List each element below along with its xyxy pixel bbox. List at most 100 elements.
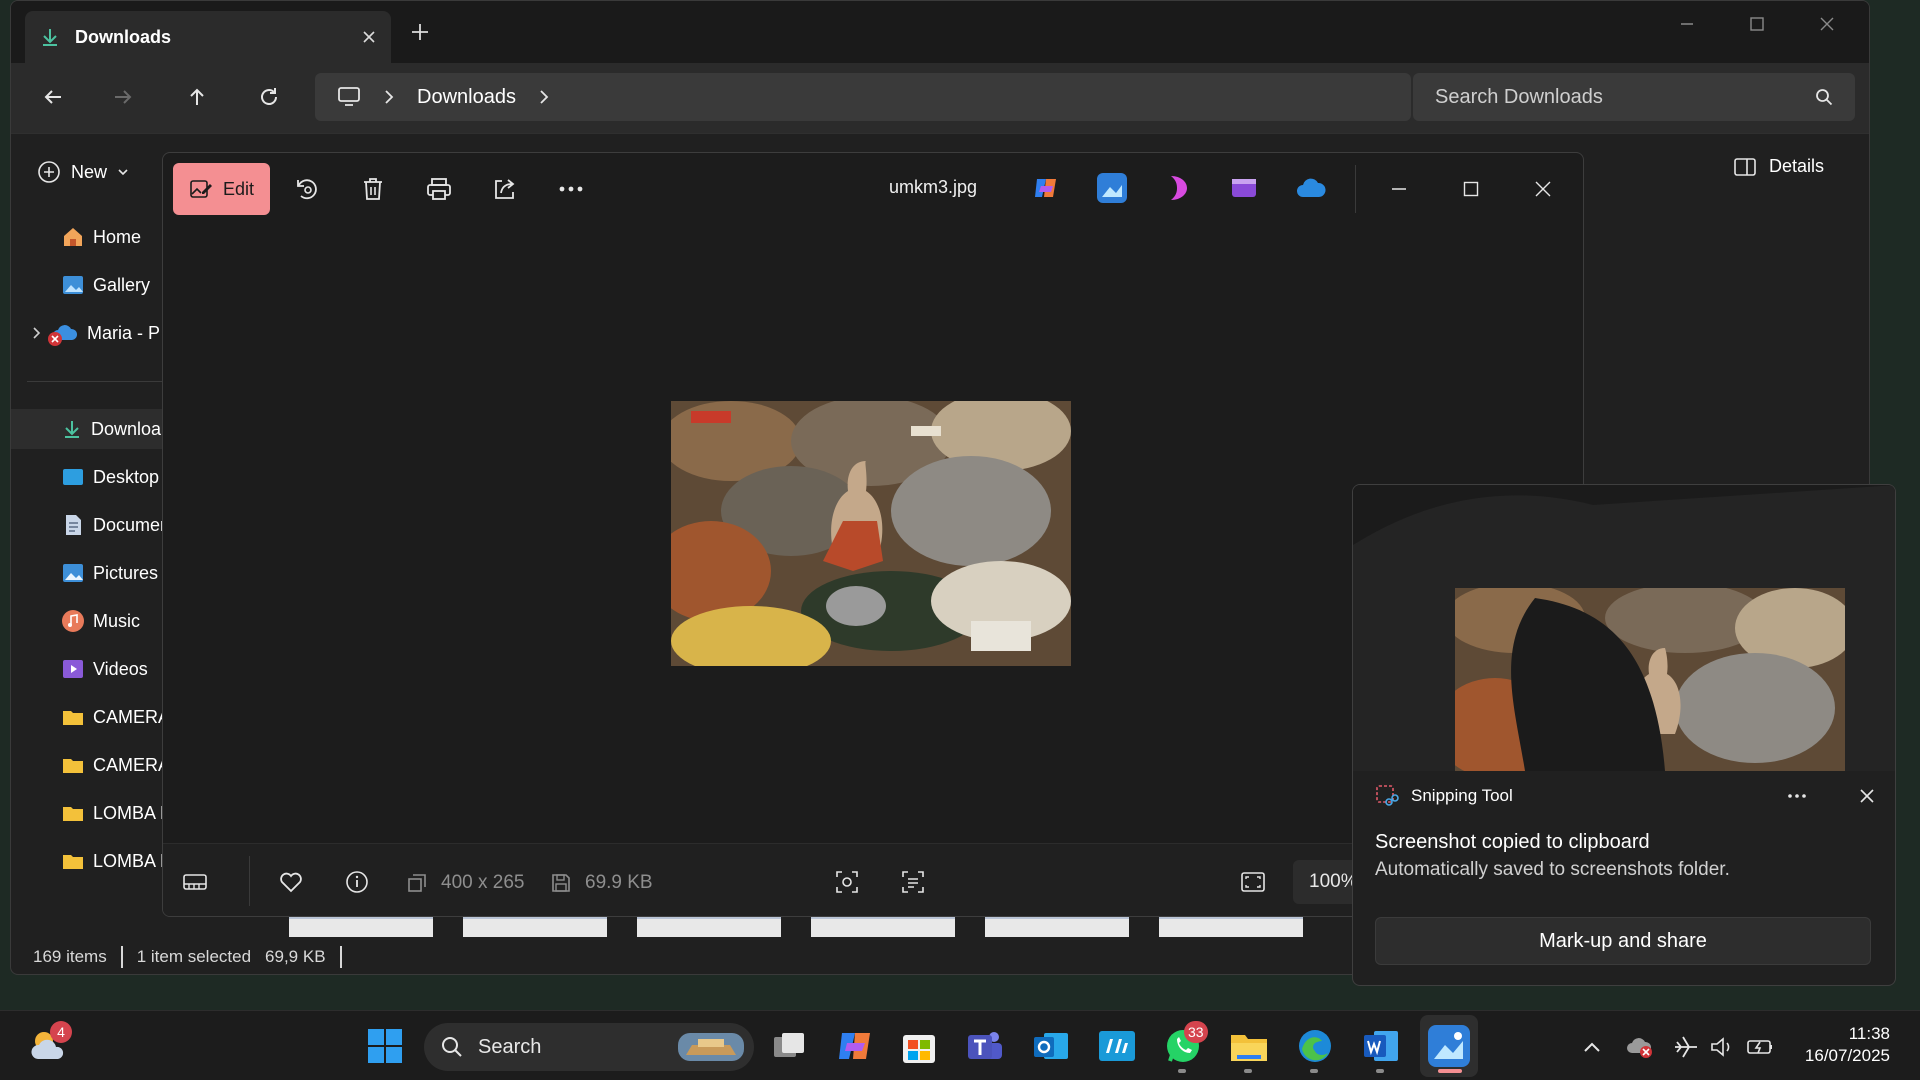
documents-icon xyxy=(61,513,85,537)
close-icon[interactable] xyxy=(1859,788,1875,804)
weather-icon[interactable]: 4 xyxy=(28,1021,72,1067)
sidebar-label: Gallery xyxy=(93,274,151,295)
tab-label: Downloads xyxy=(75,26,172,47)
teams-icon[interactable] xyxy=(964,1025,1006,1067)
sidebar-label: CAMERA xyxy=(93,754,167,775)
photos-app-icon[interactable] xyxy=(1097,173,1127,203)
maximize-icon[interactable] xyxy=(1727,9,1787,39)
folder-icon xyxy=(61,851,85,871)
battery-charging-icon[interactable] xyxy=(1746,1033,1774,1061)
onedrive-icon[interactable] xyxy=(1295,173,1326,203)
clock-time: 11:38 xyxy=(1848,1024,1890,1043)
chevron-up-icon[interactable] xyxy=(1578,1033,1606,1061)
markup-and-share-button[interactable]: Mark-up and share xyxy=(1375,917,1871,965)
more-options-icon[interactable] xyxy=(551,169,591,209)
refresh-icon[interactable] xyxy=(249,77,289,117)
download-icon xyxy=(61,418,83,440)
search-label: Search xyxy=(478,1035,542,1058)
folder-icon xyxy=(61,707,85,727)
delete-icon[interactable] xyxy=(353,169,393,209)
search-icon xyxy=(440,1035,464,1059)
forward-arrow-icon[interactable] xyxy=(103,77,143,117)
filesize-value: 69.9 KB xyxy=(585,872,653,893)
sidebar-item-videos[interactable]: Videos xyxy=(11,649,167,689)
onedrive-error-icon[interactable] xyxy=(1626,1033,1654,1061)
sidebar-item-music[interactable]: Music xyxy=(11,601,167,641)
sidebar-label: Home xyxy=(93,226,142,247)
sidebar-item-documents[interactable]: Documer xyxy=(11,505,167,545)
close-window-icon[interactable] xyxy=(1797,9,1857,39)
chevron-right-icon[interactable] xyxy=(538,89,550,105)
more-options-icon[interactable] xyxy=(1787,793,1807,799)
edge-icon[interactable] xyxy=(1294,1025,1336,1067)
close-icon[interactable] xyxy=(1523,169,1563,209)
sidebar-item-pictures[interactable]: Pictures xyxy=(11,553,167,593)
snipping-tool-icon xyxy=(1375,784,1399,808)
start-windows-icon[interactable] xyxy=(364,1025,406,1067)
details-button[interactable]: Details xyxy=(1733,156,1824,177)
whatsapp-icon[interactable]: 33 xyxy=(1162,1021,1208,1067)
screenshot-preview[interactable] xyxy=(1353,485,1895,771)
sidebar-item-onedrive[interactable]: Maria - P xyxy=(11,313,167,353)
copilot-icon[interactable] xyxy=(1031,173,1061,203)
designer-icon[interactable] xyxy=(1163,173,1193,203)
myhp-icon[interactable] xyxy=(1096,1025,1138,1067)
word-icon[interactable] xyxy=(1360,1025,1402,1067)
sidebar-item-folder[interactable]: LOMBA F xyxy=(11,793,167,833)
snipping-tool-notification: Snipping Tool Screenshot copied to clipb… xyxy=(1352,484,1896,986)
bottom-divider xyxy=(249,856,250,906)
image-filesize: 69.9 KB xyxy=(551,872,653,894)
minimize-icon[interactable] xyxy=(1379,169,1419,209)
selection-size: 69,9 KB xyxy=(265,947,326,966)
task-view-icon[interactable] xyxy=(768,1025,810,1067)
minimize-icon[interactable] xyxy=(1657,9,1717,39)
sidebar-item-gallery[interactable]: Gallery xyxy=(11,265,167,305)
sidebar-item-desktop[interactable]: Desktop xyxy=(11,457,167,497)
search-box[interactable]: Search Downloads xyxy=(1413,73,1855,121)
edit-button[interactable]: Edit xyxy=(173,163,270,215)
new-label: New xyxy=(71,161,108,182)
back-arrow-icon[interactable] xyxy=(33,77,73,117)
active-indicator xyxy=(1438,1069,1462,1073)
new-button[interactable]: New xyxy=(37,154,129,190)
sidebar-label: Pictures xyxy=(93,562,159,583)
filmstrip-icon[interactable] xyxy=(175,862,215,902)
share-icon[interactable] xyxy=(485,169,525,209)
sidebar-item-folder[interactable]: CAMERA xyxy=(11,697,167,737)
airplane-mode-icon[interactable] xyxy=(1672,1033,1700,1061)
taskbar-search[interactable]: Search xyxy=(424,1023,754,1071)
volume-icon[interactable] xyxy=(1708,1033,1736,1061)
up-arrow-icon[interactable] xyxy=(177,77,217,117)
sidebar-item-downloads[interactable]: Downloa xyxy=(11,409,167,449)
sidebar-item-home[interactable]: Home xyxy=(11,217,167,257)
favorite-heart-icon[interactable] xyxy=(271,862,311,902)
plus-circle-icon xyxy=(37,160,61,184)
photos-app-icon[interactable] xyxy=(1428,1025,1470,1067)
system-clock[interactable]: 11:38 16/07/2025 xyxy=(1805,1023,1890,1067)
breadcrumb-downloads[interactable]: Downloads xyxy=(417,86,516,109)
microsoft-store-icon[interactable] xyxy=(898,1025,940,1067)
maximize-icon[interactable] xyxy=(1451,169,1491,209)
pictures-icon xyxy=(61,562,85,584)
rotate-icon[interactable] xyxy=(287,169,327,209)
sidebar-label: LOMBA F xyxy=(93,802,167,823)
text-scan-icon[interactable] xyxy=(893,862,933,902)
new-tab-icon[interactable] xyxy=(409,21,431,43)
sidebar-item-folder[interactable]: LOMBA E xyxy=(11,841,167,881)
copilot-icon[interactable] xyxy=(834,1025,876,1067)
sidebar-item-folder[interactable]: CAMERA xyxy=(11,745,167,785)
clipchamp-icon[interactable] xyxy=(1229,173,1259,203)
fit-to-window-icon[interactable] xyxy=(1233,862,1273,902)
outlook-icon[interactable] xyxy=(1030,1025,1072,1067)
close-tab-icon[interactable] xyxy=(361,29,377,45)
info-icon[interactable] xyxy=(337,862,377,902)
visual-search-icon[interactable] xyxy=(827,862,867,902)
status-divider xyxy=(339,946,342,968)
file-explorer-icon[interactable] xyxy=(1228,1025,1270,1067)
print-icon[interactable] xyxy=(419,169,459,209)
address-bar[interactable]: Downloads xyxy=(315,73,1411,121)
running-indicator xyxy=(1244,1069,1252,1073)
tab-downloads[interactable]: Downloads xyxy=(25,11,391,63)
chevron-right-icon[interactable] xyxy=(31,326,43,340)
dimensions-icon xyxy=(407,873,427,893)
